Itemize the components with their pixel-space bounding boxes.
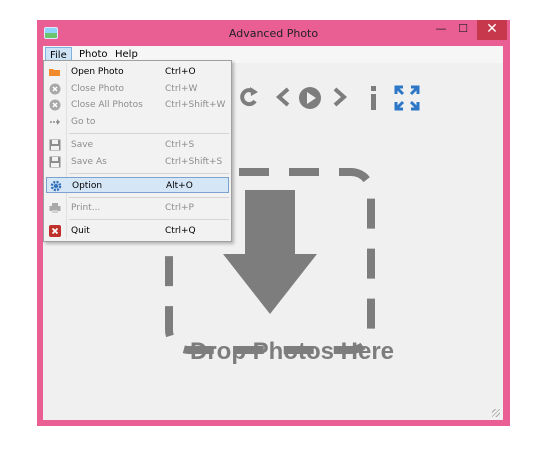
resize-grip[interactable] xyxy=(492,409,500,417)
menu-item-save-as[interactable]: Save As Ctrl+Shift+S xyxy=(46,154,229,170)
minimize-button[interactable]: — xyxy=(432,20,450,40)
play-icon[interactable] xyxy=(298,86,322,110)
info-icon[interactable] xyxy=(369,86,379,110)
menu-item-open-photo[interactable]: Open Photo Ctrl+O xyxy=(46,64,229,80)
previous-icon[interactable] xyxy=(274,87,292,107)
folder-icon xyxy=(49,66,61,78)
quit-icon xyxy=(49,225,61,237)
menu-separator xyxy=(69,219,229,220)
close-circle-icon xyxy=(49,83,61,95)
save-icon xyxy=(49,139,61,151)
menu-item-quit[interactable]: Quit Ctrl+Q xyxy=(46,223,229,239)
menu-item-close-all-photos[interactable]: Close All Photos Ctrl+Shift+W xyxy=(46,97,229,113)
gear-icon xyxy=(50,180,62,192)
menu-item-save[interactable]: Save Ctrl+S xyxy=(46,137,229,153)
menu-item-option[interactable]: Option Alt+O xyxy=(46,177,229,193)
title-bar[interactable]: Advanced Photo — ☐ ✕ xyxy=(37,20,510,46)
goto-arrow-icon xyxy=(49,116,61,128)
file-menu-dropdown: Open Photo Ctrl+O Close Photo Ctrl+W Clo… xyxy=(43,60,232,242)
close-button[interactable]: ✕ xyxy=(477,20,507,40)
menu-separator xyxy=(69,197,229,198)
close-circle-icon xyxy=(49,99,61,111)
menu-item-close-photo[interactable]: Close Photo Ctrl+W xyxy=(46,81,229,97)
drop-photos-label: Drop Photos Here xyxy=(189,338,395,365)
fullscreen-icon[interactable] xyxy=(394,85,420,111)
next-icon[interactable] xyxy=(331,87,349,107)
menu-separator xyxy=(69,173,229,174)
menu-separator xyxy=(69,133,229,134)
printer-icon xyxy=(49,202,61,214)
rotate-icon[interactable] xyxy=(239,86,259,108)
menu-item-go-to[interactable]: Go to xyxy=(46,114,229,130)
maximize-button[interactable]: ☐ xyxy=(454,20,472,40)
menu-item-print[interactable]: Print... Ctrl+P xyxy=(46,200,229,216)
save-as-icon xyxy=(49,156,61,168)
